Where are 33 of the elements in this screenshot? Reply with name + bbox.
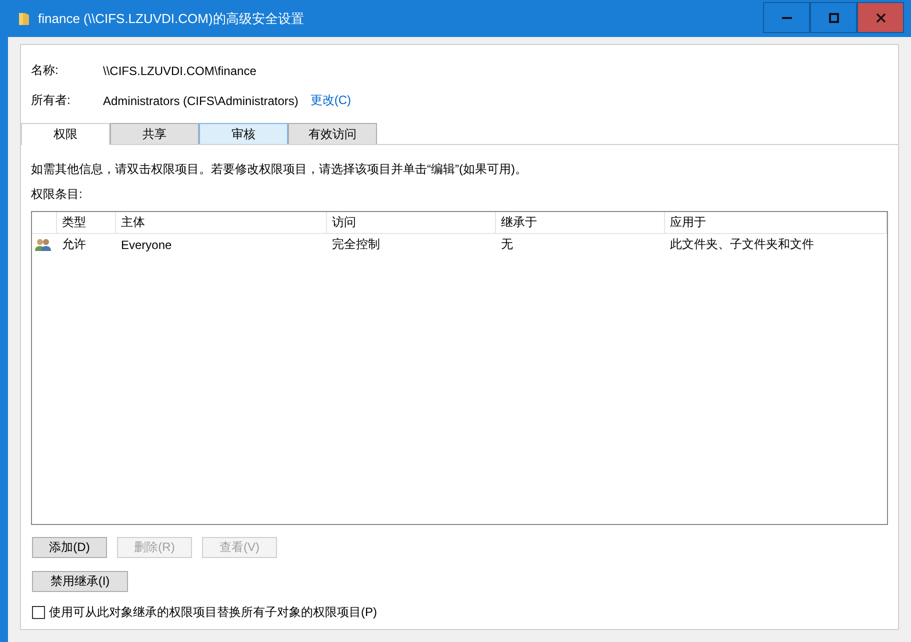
window-title: finance (\\CIFS.LZUVDI.COM)的高级安全设置: [38, 10, 305, 28]
field-label: 名称:: [31, 62, 60, 79]
maximize-button[interactable]: [810, 2, 857, 33]
table-cell-text: 允许: [61, 236, 87, 253]
close-button[interactable]: [857, 2, 904, 33]
field-value: \\CIFS.LZUVDI.COM\finance: [103, 64, 256, 78]
list-label: 权限条目:: [31, 186, 84, 203]
disable-inheritance-button[interactable]: 禁用继承(I): [32, 571, 128, 592]
tab[interactable]: 有效访问: [288, 123, 377, 144]
info-text: 如需其他信息，请双击权限项目。若要修改权限项目，请选择该项目并单击“编辑”(如果可用)。: [31, 161, 528, 178]
action-button[interactable]: 添加(D): [32, 537, 107, 558]
table-cell-text: 无: [500, 236, 514, 253]
tab[interactable]: 审核: [199, 123, 288, 144]
field-label: 所有者:: [31, 92, 72, 109]
maximize-icon: [828, 12, 838, 22]
column-header[interactable]: 访问: [327, 212, 496, 233]
table-cell-text: 完全控制: [331, 236, 381, 253]
checkbox-label: 使用可从此对象继承的权限项目替换所有子对象的权限项目(P): [49, 604, 377, 621]
checkbox[interactable]: [32, 606, 45, 619]
tab[interactable]: 共享: [110, 123, 199, 144]
minimize-icon: [782, 16, 792, 18]
folder-icon: [18, 12, 30, 26]
table-cell-text: Everyone: [120, 236, 173, 254]
column-header[interactable]: 应用于: [665, 212, 887, 233]
users-icon: [35, 238, 51, 252]
column-header[interactable]: 继承于: [496, 212, 665, 233]
field-value: Administrators (CIFS\Administrators): [103, 94, 298, 108]
column-header[interactable]: 类型: [57, 212, 116, 233]
change-link[interactable]: 更改(C): [310, 92, 352, 109]
table-cell-text: 此文件夹、子文件夹和文件: [669, 236, 815, 253]
tab[interactable]: 权限: [21, 123, 110, 145]
close-icon: [876, 12, 886, 22]
column-header[interactable]: 主体: [116, 212, 327, 233]
